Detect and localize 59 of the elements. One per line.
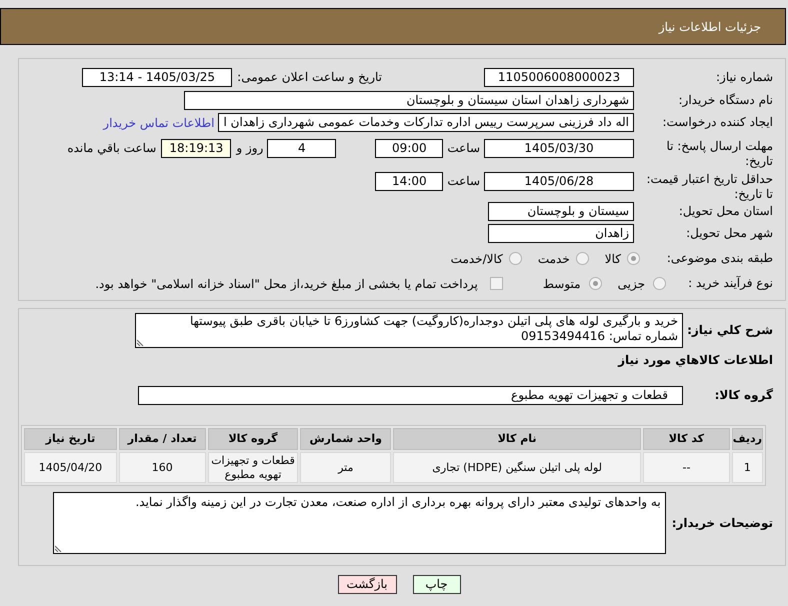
back-button[interactable]: بازگشت xyxy=(338,575,396,594)
price-validity-time-field[interactable]: 14:00 xyxy=(375,172,444,191)
field-label: مهلت ارسال پاسخ: تا تاریخ: xyxy=(665,139,773,169)
radio-label: خدمت xyxy=(538,250,570,268)
page-title: جزئیات اطلاعات نیاز xyxy=(658,18,761,36)
field-label: نام دستگاه خریدار: xyxy=(678,93,773,108)
buyer-notes-textarea[interactable]: به واحدهای تولیدی معتبر دارای پروانه بهره برداری از اداره صنعت، معدن تجارت در این زمینه واگذار نماید. xyxy=(53,492,666,554)
remaining-time-label: ساعت باقي مانده xyxy=(67,140,156,157)
section-title: اطلاعات کالاهاي مورد نیاز xyxy=(618,352,773,368)
table-header-cell: ردیف xyxy=(732,428,763,450)
field-label: تاریخ و ساعت اعلان عمومی: xyxy=(237,70,382,85)
table-cell: لوله پلی اتیلن سنگین (HDPE) تجاری xyxy=(393,452,642,483)
field-label: نوع فرآیند خرید : xyxy=(687,276,773,291)
field-label: شهر محل تحویل: xyxy=(685,226,773,241)
radio-label: کالا xyxy=(604,250,621,268)
city-field[interactable]: زاهدان xyxy=(488,224,634,243)
table-cell: 1405/04/20 xyxy=(24,452,117,483)
print-button[interactable]: چاپ xyxy=(412,575,460,594)
goods-group-field[interactable]: قطعات و تجهیزات تهویه مطبوع xyxy=(138,386,683,405)
field-label: گروه کالا: xyxy=(714,388,773,403)
buyer-contact-link[interactable]: اطلاعات تماس خریدار xyxy=(103,114,214,132)
field-label: شماره نیاز: xyxy=(715,70,773,85)
table-cell: 160 xyxy=(118,452,206,483)
time-label: ساعت xyxy=(447,140,480,157)
table-cell: 1 xyxy=(732,452,763,483)
province-field[interactable]: سیستان و بلوچستان xyxy=(488,202,634,221)
field-label: توضیحات خریدار: xyxy=(672,516,773,530)
table-header-cell: کد کالا xyxy=(643,428,730,450)
description-textarea[interactable]: خرید و بارگیری لوله های پلی اتیلن دوجداره(کاروگیت) جهت کشاورز6 تا خیابان باقری طبق پیوستها شماره تماس: 09153494416 xyxy=(135,313,683,348)
resize-grip-icon[interactable] xyxy=(55,544,63,552)
radio-label: متوسط xyxy=(542,276,581,292)
remaining-time-field[interactable]: 18:19:13 xyxy=(161,139,232,158)
table-cell: قطعات و تجهیزات تهویه مطبوع xyxy=(208,452,298,483)
field-label: ایجاد کننده درخواست: xyxy=(661,115,773,130)
remaining-days-field[interactable]: 4 xyxy=(267,139,336,158)
table-header-cell: نام کالا xyxy=(393,428,642,450)
days-label: روز و xyxy=(236,140,264,157)
table-header-cell: واحد شمارش xyxy=(300,428,392,450)
field-label: شرح کلي نیاز: xyxy=(686,323,773,338)
announcement-date-field[interactable]: 1405/03/25 - 13:14 xyxy=(82,68,232,87)
table-cell: متر xyxy=(300,452,392,483)
field-label: طبقه بندی موضوعی: xyxy=(666,251,773,266)
table-header-cell: تعداد / مقدار xyxy=(118,428,206,450)
table-cell: -- xyxy=(643,452,730,483)
deadline-time-field[interactable]: 09:00 xyxy=(375,139,444,158)
need-number-field[interactable]: 1105006008000023 xyxy=(484,68,634,87)
table-header-cell: تاریخ نیاز xyxy=(24,428,117,450)
resize-grip-icon[interactable] xyxy=(137,338,145,346)
checkbox-label: پرداخت تمام یا بخشی از مبلغ خرید،از محل "اسناد خزانه اسلامی" خواهد بود. xyxy=(95,276,478,292)
requester-field[interactable]: اله داد فرزینی سرپرست رییس اداره تدارکات وخدمات عمومی شهرداری زاهدان ا xyxy=(218,113,634,132)
deadline-date-field[interactable]: 1405/03/30 xyxy=(484,139,634,158)
radio-label: جزیی xyxy=(618,276,645,292)
table-header-cell: گروه کالا xyxy=(208,428,298,450)
price-validity-date-field[interactable]: 1405/06/28 xyxy=(484,172,634,191)
field-label: حداقل تاریخ اعتبار قیمت: تا تاریخ: xyxy=(645,172,773,202)
time-label: ساعت xyxy=(447,173,480,190)
buyer-organization-field[interactable]: شهرداری زاهدان استان سیستان و بلوچستان xyxy=(184,91,634,110)
field-label: استان محل تحویل: xyxy=(678,204,773,219)
radio-label: کالا/خدمت xyxy=(450,250,503,268)
